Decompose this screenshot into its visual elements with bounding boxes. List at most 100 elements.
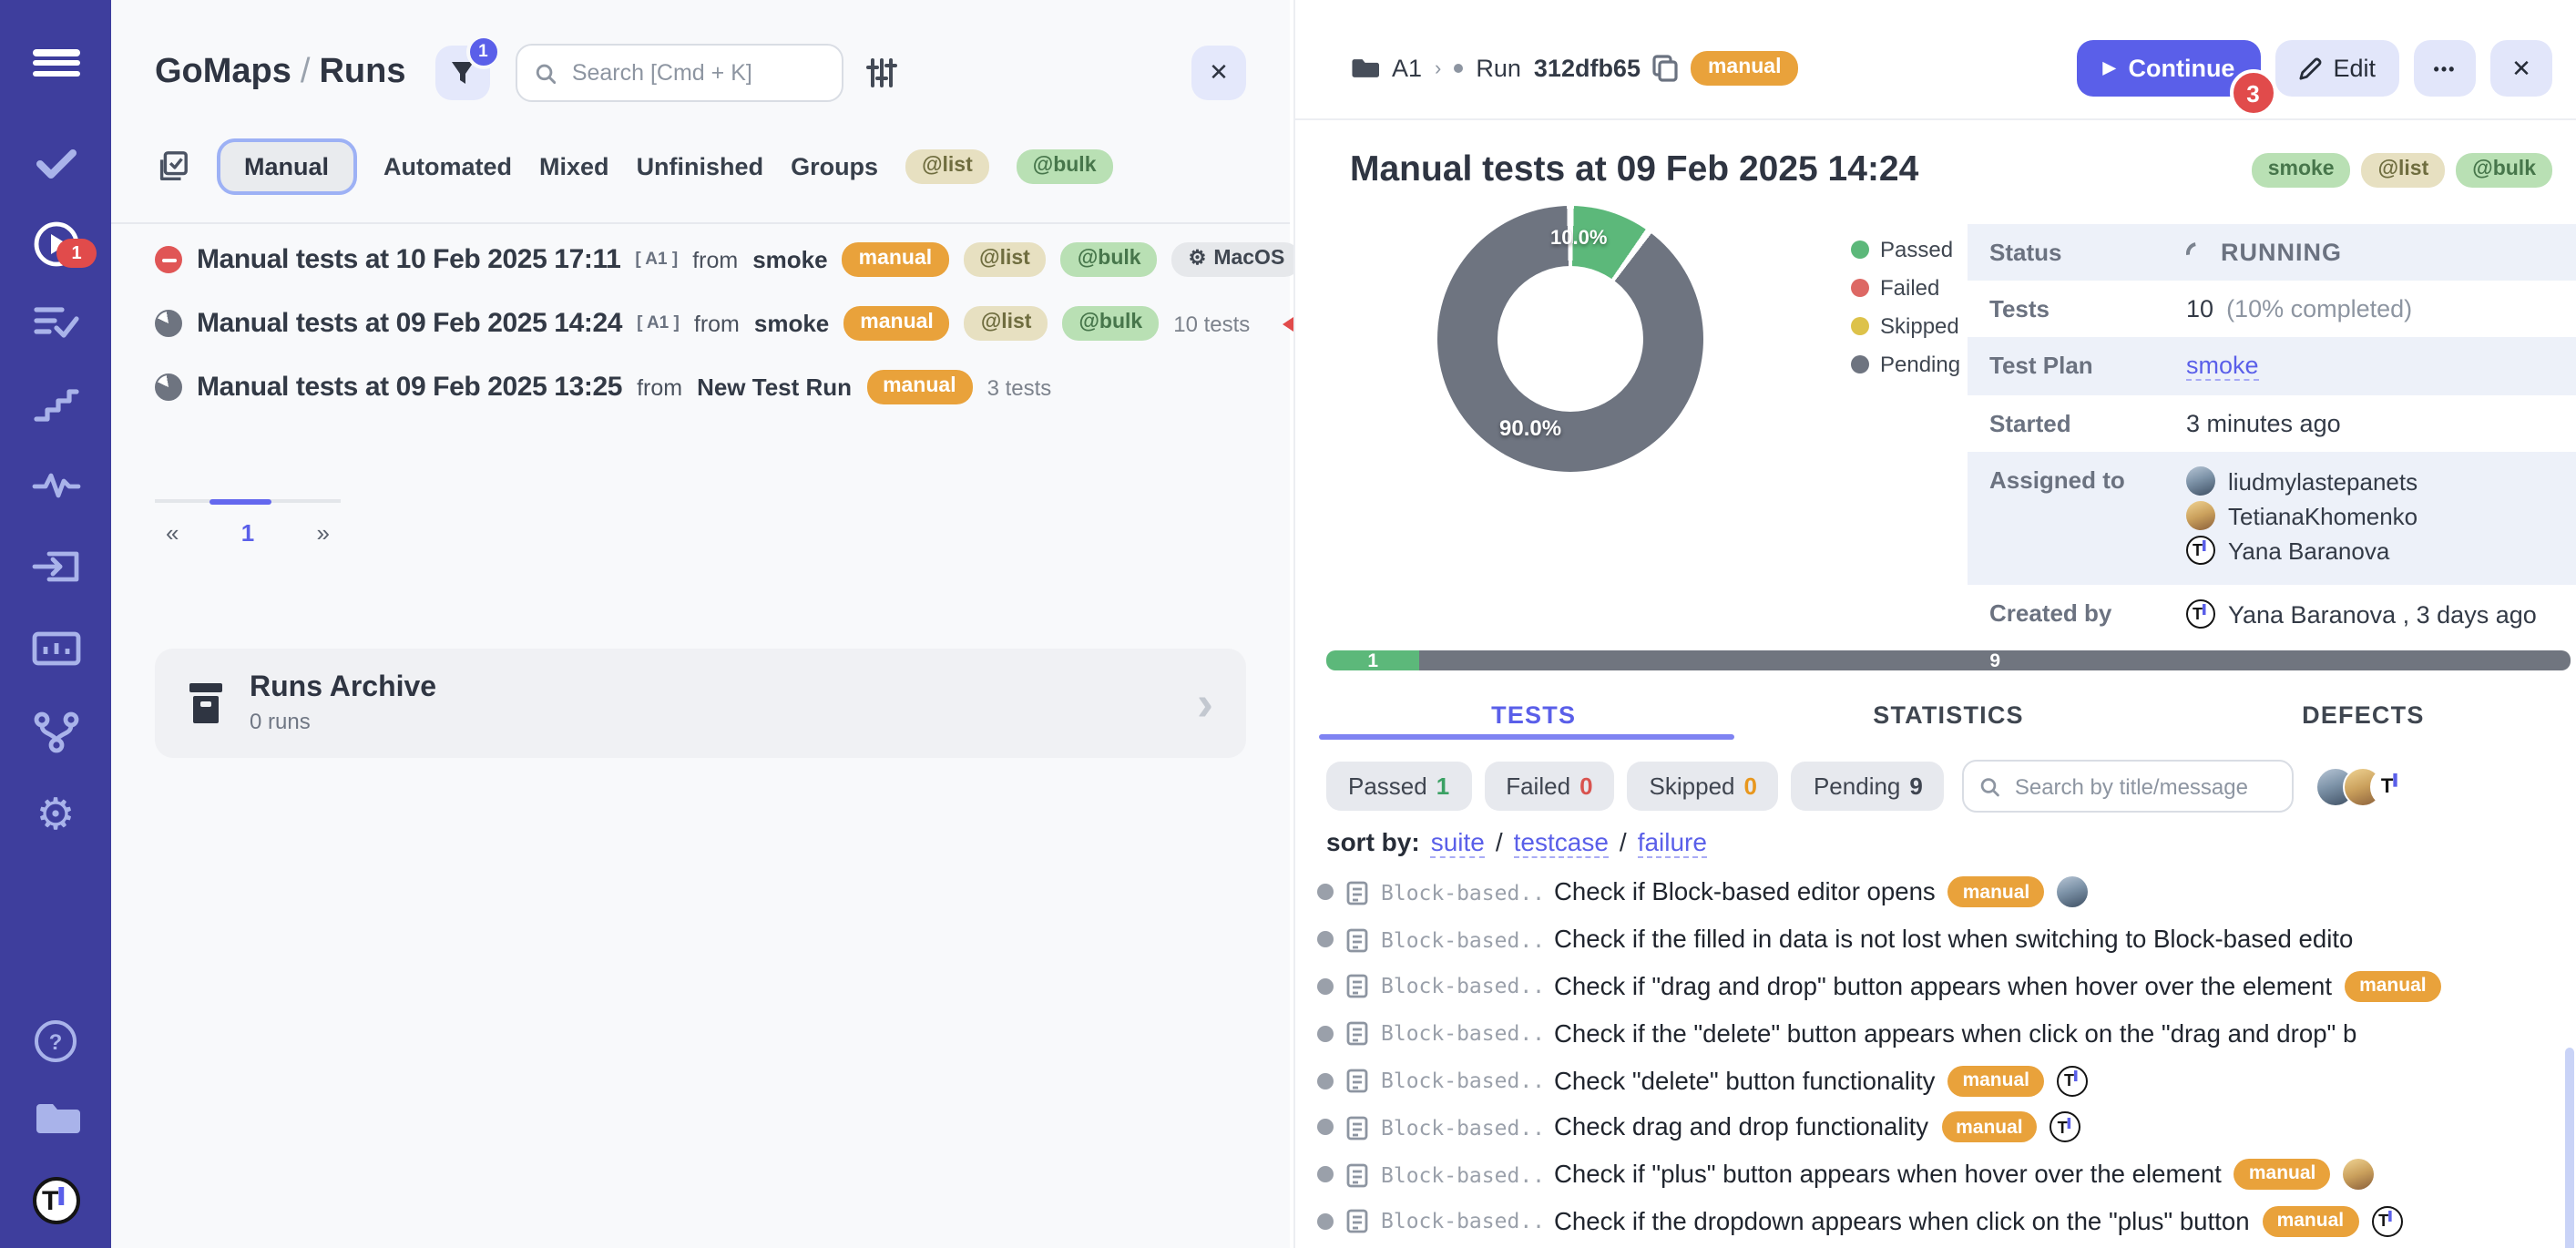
test-row[interactable]: Block-based... Check drag and drop funct… <box>1317 1104 2576 1151</box>
legend-dot-skipped <box>1851 317 1869 335</box>
filter-passed[interactable]: Passed1 <box>1326 762 1471 811</box>
pagination-page-1[interactable]: 1 <box>241 519 254 547</box>
run-title-tags: smoke @list @bulk <box>2252 153 2552 188</box>
branch-icon[interactable] <box>0 711 111 754</box>
help-icon[interactable]: ? <box>0 1020 111 1062</box>
run-row[interactable]: Manual tests at 09 Feb 2025 13:25 from N… <box>111 355 1290 419</box>
breadcrumb-chevron: › <box>1435 57 1441 79</box>
legend-dot-passed <box>1851 240 1869 259</box>
run-details-header: A1 › Run 312dfb65 manual ▶ Continue 3 Ed… <box>1295 0 2576 120</box>
tab-mixed[interactable]: Mixed <box>539 153 609 180</box>
test-title: Check if the filled in data is not lost … <box>1554 926 2353 953</box>
sort-by-failure[interactable]: failure <box>1638 827 1707 858</box>
avatar <box>2343 1159 2374 1190</box>
test-row[interactable]: Block-based... Check "delete" button fun… <box>1317 1057 2576 1104</box>
run-row[interactable]: Manual tests at 09 Feb 2025 14:24 [ A1 ]… <box>111 292 1290 355</box>
archive-count: 0 runs <box>250 709 436 734</box>
sliders-icon[interactable] <box>864 56 897 89</box>
select-runs-icon[interactable] <box>155 149 189 184</box>
tab-automated[interactable]: Automated <box>383 153 512 180</box>
pagination-next[interactable]: » <box>317 519 330 547</box>
steps-icon[interactable] <box>0 384 111 425</box>
close-icon: ✕ <box>1209 58 1229 87</box>
folder-name[interactable]: A1 <box>1392 55 1422 82</box>
filter-failed[interactable]: Failed0 <box>1484 762 1614 811</box>
tab-unfinished[interactable]: Unfinished <box>637 153 764 180</box>
run-status-progress-icon <box>155 310 182 337</box>
assignee[interactable]: TetianaKhomenko <box>2186 501 2418 530</box>
tag-list[interactable]: @list <box>2362 153 2446 188</box>
assignee[interactable]: T▌Yana Baranova <box>2186 536 2418 565</box>
run-label: Run <box>1476 55 1521 82</box>
close-panel-button[interactable]: ✕ <box>1191 46 1246 100</box>
run-title: Manual tests at 09 Feb 2025 13:25 <box>197 372 622 403</box>
tests-search-input[interactable] <box>2011 772 2276 801</box>
pagination-prev[interactable]: « <box>166 519 179 547</box>
runs-icon[interactable]: 1 <box>0 217 111 271</box>
settings-gear-icon[interactable]: ⚙ <box>0 789 111 842</box>
test-row[interactable]: Block-based... Check if "plus" button ap… <box>1317 1151 2576 1199</box>
edit-button[interactable]: Edit <box>2274 40 2399 97</box>
tab-groups[interactable]: Groups <box>791 153 878 180</box>
runs-archive-card[interactable]: Runs Archive 0 runs › <box>155 649 1246 758</box>
run-actions: ▶ Continue 3 Edit ••• ✕ <box>2078 40 2552 97</box>
tab-statistics[interactable]: STATISTICS <box>1741 687 2155 743</box>
filter-pending[interactable]: Pending9 <box>1792 762 1945 811</box>
sort-by-testcase[interactable]: testcase <box>1514 827 1609 858</box>
more-button[interactable]: ••• <box>2414 40 2476 97</box>
chevron-right-icon[interactable]: › <box>1197 679 1213 728</box>
donut-label-pending: 90.0% <box>1499 415 1561 441</box>
tests-search[interactable] <box>1963 760 2295 813</box>
test-cases-icon[interactable] <box>0 302 111 343</box>
runs-search-input[interactable] <box>568 58 823 87</box>
test-suite: Block-based... <box>1381 1021 1541 1047</box>
sort-by-suite[interactable]: suite <box>1431 827 1485 858</box>
test-status-dot <box>1317 1120 1334 1136</box>
test-status-dot <box>1317 1072 1334 1089</box>
dot-icon <box>1454 64 1463 73</box>
sign-in-icon[interactable] <box>0 547 111 587</box>
test-tag-manual: manual <box>1941 1112 2038 1143</box>
tab-manual[interactable]: Manual <box>217 138 356 195</box>
assignee-avatar-stack[interactable]: T▌ <box>2316 766 2411 806</box>
run-tag-manual: manual <box>1692 51 1798 86</box>
dashboard-icon[interactable] <box>0 629 111 669</box>
legend-skipped: Skipped <box>1851 313 1960 339</box>
activity-icon[interactable] <box>0 466 111 503</box>
runs-search[interactable] <box>515 44 843 102</box>
avatar <box>2186 466 2215 496</box>
menu-icon[interactable] <box>0 46 111 81</box>
test-status-dot <box>1317 978 1334 995</box>
run-title: Manual tests at 10 Feb 2025 17:11 <box>197 244 620 275</box>
tag-chip-bulk[interactable]: @bulk <box>1017 149 1113 184</box>
close-run-button[interactable]: ✕ <box>2490 40 2552 97</box>
tag-chip-list[interactable]: @list <box>905 149 989 184</box>
user-avatar[interactable]: T▌ <box>0 1177 111 1224</box>
run-row[interactable]: Manual tests at 10 Feb 2025 17:11 [ A1 ]… <box>111 228 1290 292</box>
test-plan-link[interactable]: smoke <box>2186 352 2259 381</box>
test-row[interactable]: Block-based... Check if the dropdown app… <box>1317 1198 2576 1245</box>
test-suite: Block-based... <box>1381 1068 1541 1093</box>
legend-failed: Failed <box>1851 275 1960 301</box>
tests-scrollbar[interactable] <box>2565 1048 2574 1248</box>
test-row[interactable]: Block-based... Check if the filled in da… <box>1317 916 2576 964</box>
checks-icon[interactable] <box>0 140 111 188</box>
tag-bulk[interactable]: @bulk <box>2456 153 2552 188</box>
testcase-icon <box>1346 1161 1368 1187</box>
projects-folder-icon[interactable] <box>0 1100 111 1137</box>
testcase-icon <box>1346 1115 1368 1141</box>
tag-smoke[interactable]: smoke <box>2252 153 2351 188</box>
run-from-label: from <box>692 247 738 272</box>
summary-row-test-plan: Test Plan smoke <box>1968 337 2576 395</box>
test-row[interactable]: Block-based... Check if "drag and drop" … <box>1317 963 2576 1010</box>
continue-button[interactable]: ▶ Continue 3 <box>2078 40 2261 97</box>
project-name[interactable]: GoMaps <box>155 53 291 91</box>
test-row[interactable]: Block-based... Check if the "delete" but… <box>1317 1010 2576 1058</box>
test-row[interactable]: Block-based... Check if Block-based edit… <box>1317 869 2576 916</box>
run-tests-count: 10 tests <box>1173 311 1250 336</box>
filter-button[interactable]: 1 <box>434 46 489 100</box>
copy-icon[interactable] <box>1653 55 1679 82</box>
filter-skipped[interactable]: Skipped0 <box>1628 762 1779 811</box>
assignee[interactable]: liudmylastepanets <box>2186 466 2418 496</box>
tab-defects[interactable]: DEFECTS <box>2156 687 2571 743</box>
